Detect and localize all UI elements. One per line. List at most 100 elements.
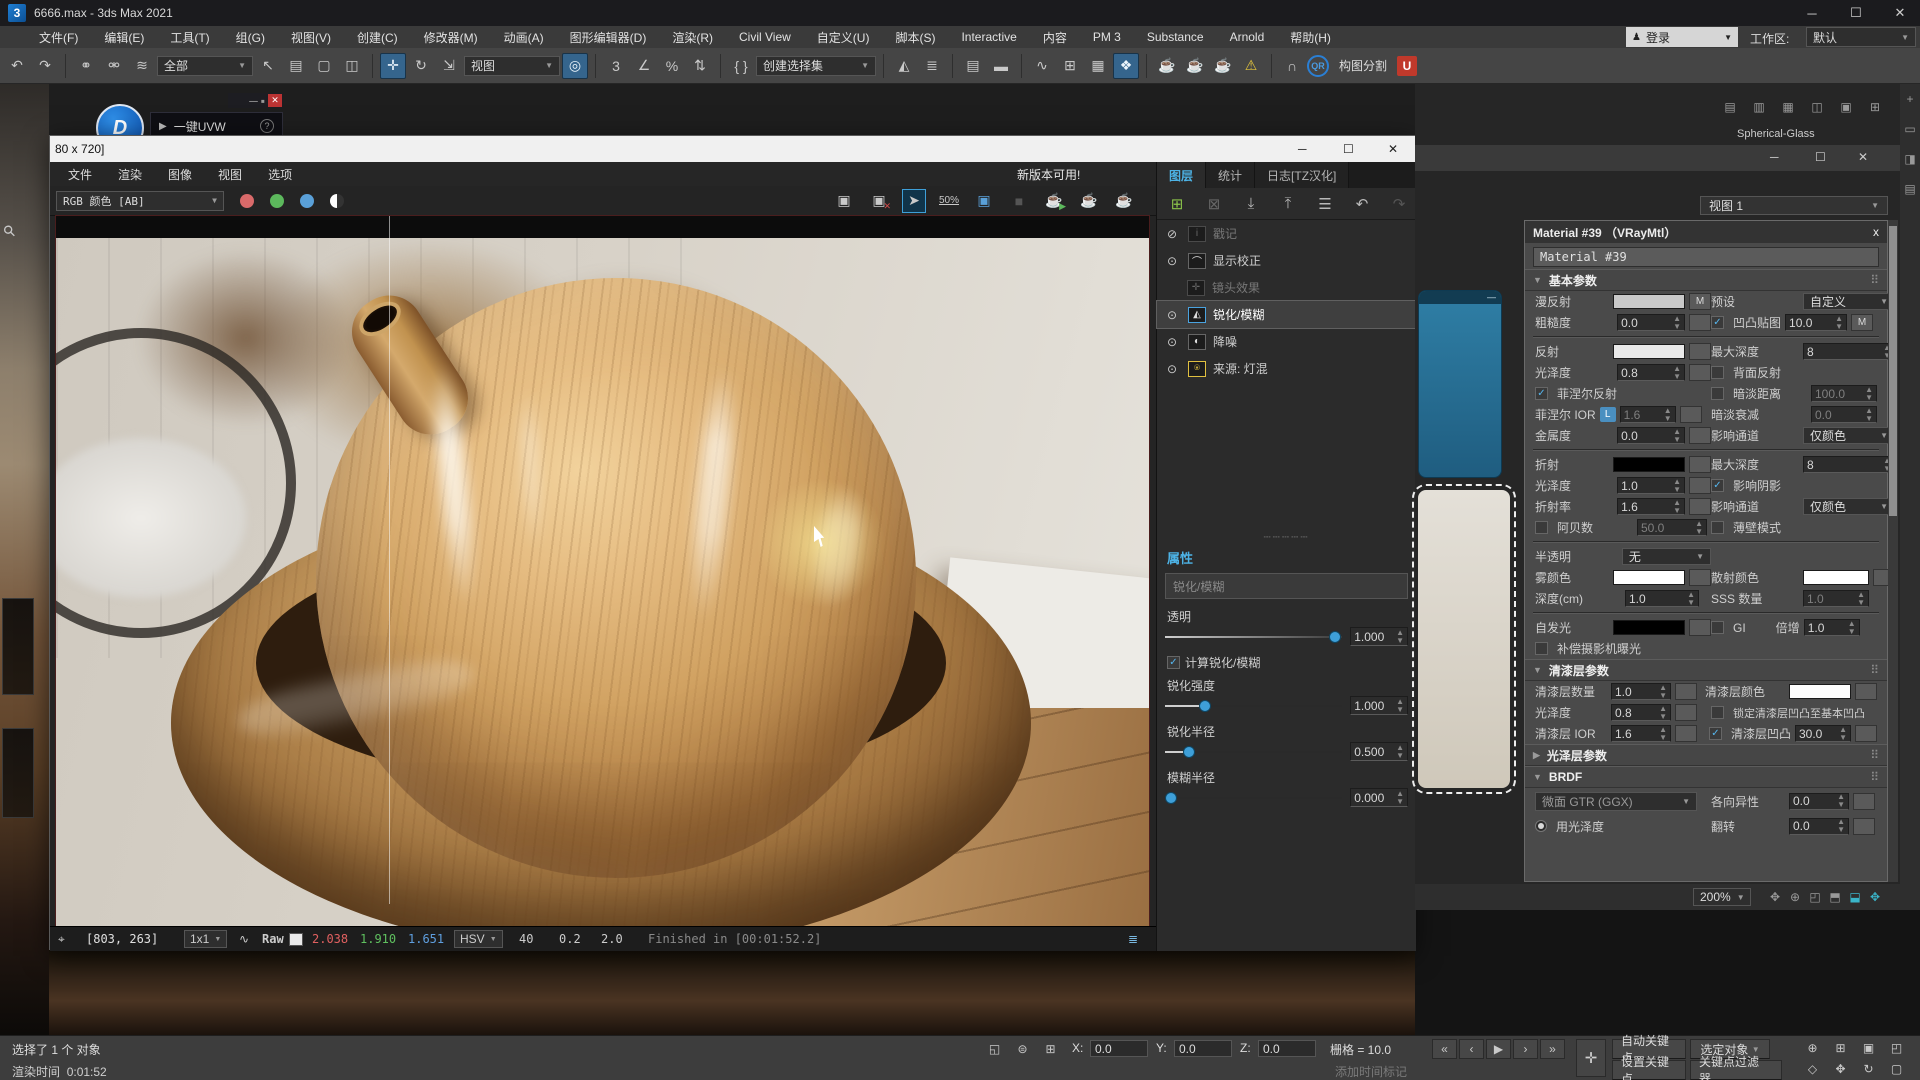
menu-help[interactable]: 帮助(H) (1277, 29, 1344, 46)
coat-amount-map-button[interactable] (1675, 683, 1697, 700)
select-and-scale-icon[interactable]: ⇲ (436, 53, 462, 79)
set-key-big-button[interactable]: ✛ (1576, 1039, 1606, 1077)
reflect-map-button[interactable] (1689, 343, 1711, 360)
menu-substance[interactable]: Substance (1134, 30, 1217, 44)
spinner-snap-icon[interactable]: ⇅ (687, 53, 713, 79)
menu-customize[interactable]: 自定义(U) (804, 29, 883, 46)
reflect-gloss-map-button[interactable] (1689, 364, 1711, 381)
ior-value[interactable]: 1.6▲▼ (1617, 498, 1685, 515)
curve-icon[interactable]: ∿ (239, 932, 249, 946)
vfb-render-image[interactable] (56, 216, 1149, 926)
snap-toggle-3d-icon[interactable]: 3 (603, 53, 629, 79)
fog-map-button[interactable] (1689, 569, 1711, 586)
pan-to-selected-icon[interactable]: ✥ (1865, 887, 1885, 907)
vfb-update-notice[interactable]: 新版本可用! (1017, 166, 1080, 183)
metalness-value[interactable]: 0.0▲▼ (1617, 427, 1685, 444)
zoom-all-icon[interactable]: ⊞ (1828, 1038, 1853, 1058)
slate-zoom-dropdown[interactable]: 200%▼ (1693, 888, 1751, 906)
key-filters-button[interactable]: 关键点过滤器... (1690, 1060, 1782, 1080)
vfb-zoom-50-icon[interactable]: 50% (937, 189, 961, 213)
reflect-gloss-value[interactable]: 0.8▲▼ (1617, 364, 1685, 381)
vfb-close-icon[interactable]: ✕ (1388, 142, 1398, 156)
coord-mode-icon[interactable]: ⊞ (1038, 1039, 1063, 1059)
translucency-dropdown[interactable]: 无▼ (1622, 548, 1711, 565)
named-selection-dropdown[interactable]: 创建选择集▼ (756, 56, 876, 76)
fog-color-swatch[interactable] (1613, 570, 1685, 585)
zoom-region-tool-icon[interactable]: ◰ (1805, 887, 1825, 907)
thinwall-checkbox[interactable] (1711, 521, 1724, 534)
selected-material-node[interactable] (1418, 490, 1510, 788)
hsv-dropdown[interactable]: HSV▼ (454, 930, 503, 948)
rollout-coat-params[interactable]: ▼清漆层参数⠿ (1525, 659, 1887, 681)
sharpen-radius-value[interactable]: 0.500▲▼ (1350, 742, 1408, 761)
abbe-value[interactable]: 50.0▲▼ (1637, 519, 1707, 536)
pixel-probe-icon[interactable]: ⌖ (58, 932, 65, 947)
material-panel-titlebar[interactable]: Material #39 （VRayMtl） x (1525, 221, 1887, 243)
green-channel-icon[interactable] (270, 194, 284, 208)
slate-tool-icon[interactable]: ▣ (1836, 97, 1856, 117)
selfillum-map-button[interactable] (1689, 619, 1711, 636)
vfb-titlebar[interactable]: 80 x 720] ─ ☐ ✕ (50, 136, 1416, 162)
uvw-dot-icon[interactable]: ▪ (261, 94, 265, 108)
coat-ior-value[interactable]: 1.6▲▼ (1611, 725, 1671, 742)
coat-amount-value[interactable]: 1.0▲▼ (1611, 683, 1671, 700)
slate-tool-icon[interactable]: ⊞ (1865, 97, 1885, 117)
backface-checkbox[interactable] (1711, 366, 1724, 379)
menu-create[interactable]: 创建(C) (344, 29, 411, 46)
uvw-help-icon[interactable]: ? (260, 119, 274, 133)
blue-channel-icon[interactable] (300, 194, 314, 208)
coat-color-map-button[interactable] (1855, 683, 1877, 700)
curve-editor-icon[interactable]: ∿ (1029, 53, 1055, 79)
coat-ior-map-button[interactable] (1675, 725, 1697, 742)
slate-tool-icon[interactable]: ◫ (1807, 97, 1827, 117)
select-and-move-icon[interactable]: ✛ (380, 53, 406, 79)
pan-hand-icon[interactable]: ✥ (1765, 887, 1785, 907)
coat-bump-checkbox[interactable]: ✓ (1709, 727, 1722, 740)
z-field[interactable]: 0.0 (1258, 1040, 1316, 1057)
vfb-menu-file[interactable]: 文件 (68, 166, 92, 183)
layers-undo-icon[interactable]: ↶ (1348, 191, 1376, 217)
layer-source-lightmix[interactable]: ⊙ ⍟ 来源: 灯混 (1157, 355, 1416, 382)
layer-stamp[interactable]: ⊘ i 戳记 (1157, 220, 1416, 247)
vfb-render-teapot-icon[interactable]: ☕ (1112, 189, 1136, 213)
x-field[interactable]: 0.0 (1090, 1040, 1148, 1057)
ior-map-button[interactable] (1689, 498, 1711, 515)
zoom-region-icon[interactable]: ◰ (1884, 1038, 1909, 1058)
select-and-rotate-icon[interactable]: ↻ (408, 53, 434, 79)
menu-animation[interactable]: 动画(A) (491, 29, 557, 46)
slate-maximize-icon[interactable]: ☐ (1815, 150, 1826, 164)
bind-to-space-warp-icon[interactable]: ≋ (129, 53, 155, 79)
rollout-brdf[interactable]: ▼BRDF⠿ (1525, 766, 1887, 788)
refract-gloss-map-button[interactable] (1689, 477, 1711, 494)
refract-affect-dropdown[interactable]: 仅颜色▼ (1803, 498, 1895, 515)
visibility-on-icon[interactable]: ⊙ (1163, 362, 1181, 376)
right-tool-icon[interactable]: ▭ (1904, 122, 1915, 136)
slate-titlebar[interactable]: ─ ☐ ✕ (1415, 145, 1920, 171)
fresnel-checkbox[interactable]: ✓ (1535, 387, 1548, 400)
rollout-sheen-params[interactable]: ▶光泽层参数⠿ (1525, 744, 1887, 766)
visibility-off-icon[interactable]: ⊘ (1163, 227, 1181, 241)
unlink-selection-icon[interactable]: ⚮ (101, 53, 127, 79)
menu-views[interactable]: 视图(V) (278, 29, 344, 46)
blur-radius-slider[interactable] (1165, 791, 1342, 805)
bump-checkbox[interactable]: ✓ (1711, 316, 1724, 329)
red-channel-icon[interactable] (240, 194, 254, 208)
vfb-maximize-icon[interactable]: ☐ (1343, 142, 1354, 156)
minimize-button[interactable]: ─ (1790, 0, 1834, 26)
node-header[interactable]: — (1419, 291, 1501, 304)
qr-icon[interactable]: QR (1307, 55, 1329, 77)
vfb-channel-dropdown[interactable]: RGB 颜色 [AB]▼ (56, 191, 224, 211)
layer-menu-icon[interactable]: ☰ (1311, 191, 1339, 217)
redo-icon[interactable]: ↷ (32, 53, 58, 79)
material-node[interactable]: — (1418, 290, 1502, 478)
coat-color-swatch[interactable] (1789, 684, 1851, 699)
roughness-map-button[interactable] (1689, 314, 1711, 331)
vfb-render-teapot-dim-icon[interactable]: ☕ (1077, 189, 1101, 213)
percent-snap-icon[interactable]: % (659, 53, 685, 79)
rotation-map-button[interactable] (1853, 818, 1875, 835)
bump-value[interactable]: 10.0▲▼ (1785, 314, 1847, 331)
preset-dropdown[interactable]: 自定义▼ (1803, 293, 1895, 310)
add-layer-icon[interactable]: ⊞ (1163, 191, 1191, 217)
slate-tool-icon[interactable]: ▤ (1720, 97, 1740, 117)
menu-arnold[interactable]: Arnold (1217, 30, 1278, 44)
